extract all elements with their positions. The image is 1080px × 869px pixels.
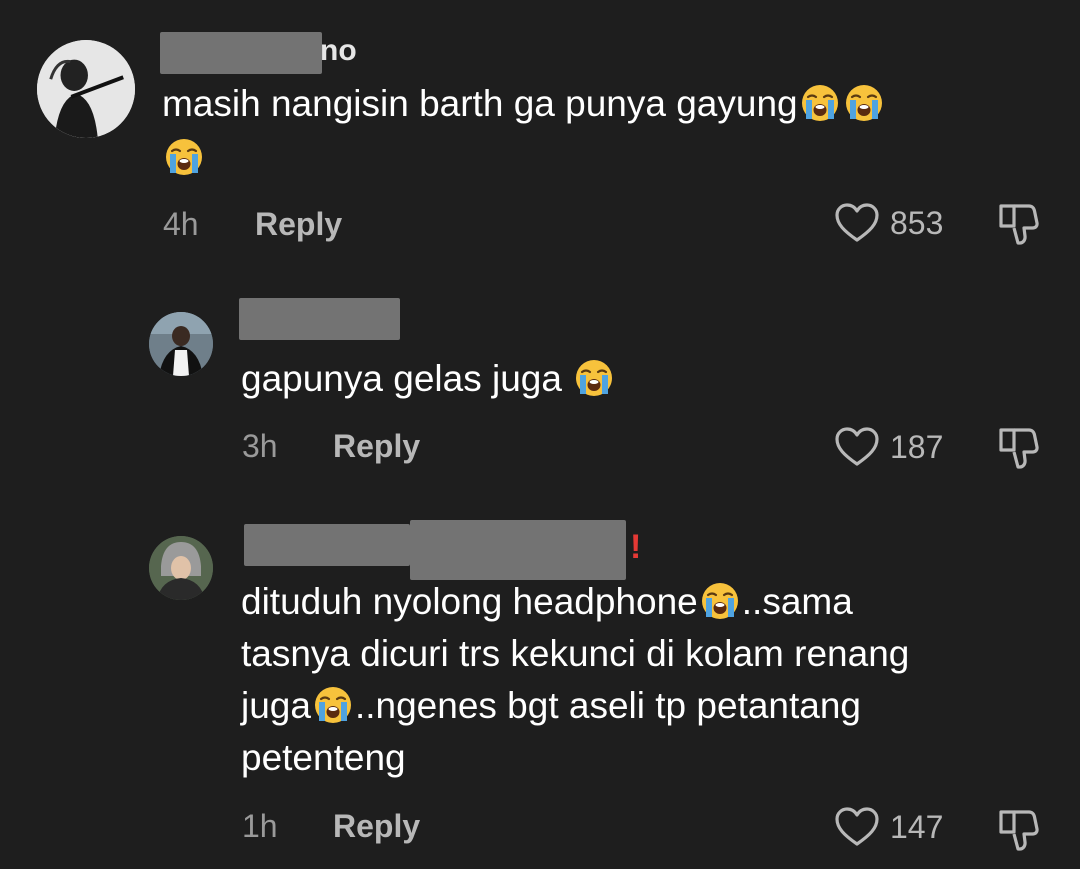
comment-text-segment: dituduh nyolong headphone [241, 581, 698, 622]
comment-text-line2: tasnya dicuri trs kekunci di kolam renan… [241, 633, 910, 674]
loudly-crying-face-icon [700, 581, 740, 621]
like-count: 853 [890, 205, 944, 241]
avatar[interactable] [37, 40, 135, 138]
dislike-button[interactable] [996, 806, 1042, 852]
comment-3: ! dituduh nyolong headphone ..sama tasnya… [0, 510, 1080, 869]
dislike-button[interactable] [996, 200, 1042, 246]
like-button[interactable]: 187 [834, 426, 943, 468]
comment-1: no masih nangisin barth ga punya gayung … [0, 0, 1080, 260]
username-badge: ! [630, 528, 642, 566]
comment-text-segment: ..ngenes bgt aseli tp petantang [354, 685, 862, 726]
comment-text-line4: petenteng [241, 737, 406, 778]
comment-time: 4h [163, 206, 199, 242]
comment-text-line1: dituduh nyolong headphone ..sama [241, 576, 853, 628]
username-redacted [410, 520, 626, 580]
username-redacted [244, 524, 410, 566]
avatar[interactable] [149, 312, 213, 376]
username-redacted [160, 32, 322, 74]
loudly-crying-face-icon [313, 685, 353, 725]
comment-text: masih nangisin barth ga punya gayung [162, 78, 886, 130]
avatar-image [149, 312, 213, 376]
loudly-crying-face-icon [844, 83, 884, 123]
comment-text-segment: ..sama [741, 581, 853, 622]
like-button[interactable]: 853 [834, 202, 943, 244]
loudly-crying-face-icon [574, 358, 614, 398]
reply-button[interactable]: Reply [333, 426, 420, 466]
comment-text: gapunya gelas juga [241, 353, 616, 405]
heart-outline-icon [834, 202, 880, 244]
thumbs-down-outline-icon [996, 200, 1042, 246]
avatar-image [37, 40, 135, 138]
heart-outline-icon [834, 806, 880, 848]
dislike-button[interactable] [996, 424, 1042, 470]
comment-time: 1h [242, 808, 278, 844]
comment-time: 3h [242, 428, 278, 464]
heart-outline-icon [834, 426, 880, 468]
avatar-image [149, 536, 213, 600]
like-button[interactable]: 147 [834, 806, 943, 848]
comment-2: gapunya gelas juga 3h Reply 187 [0, 280, 1080, 500]
reply-button[interactable]: Reply [333, 806, 420, 846]
comment-text-line1: masih nangisin barth ga punya gayung [162, 83, 798, 124]
loudly-crying-face-icon [800, 83, 840, 123]
like-count: 187 [890, 429, 944, 465]
avatar[interactable] [149, 536, 213, 600]
like-count: 147 [890, 809, 944, 845]
reply-button[interactable]: Reply [255, 204, 342, 244]
thumbs-down-outline-icon [996, 806, 1042, 852]
comment-text-line1: gapunya gelas juga [241, 358, 562, 399]
comment-text-segment: juga [241, 685, 311, 726]
username-suffix[interactable]: no [320, 34, 357, 68]
comment-text-line2 [162, 132, 206, 184]
thumbs-down-outline-icon [996, 424, 1042, 470]
comment-text-line3: juga ..ngenes bgt aseli tp petantang [241, 680, 861, 732]
username-redacted [239, 298, 400, 340]
loudly-crying-face-icon [164, 137, 204, 177]
